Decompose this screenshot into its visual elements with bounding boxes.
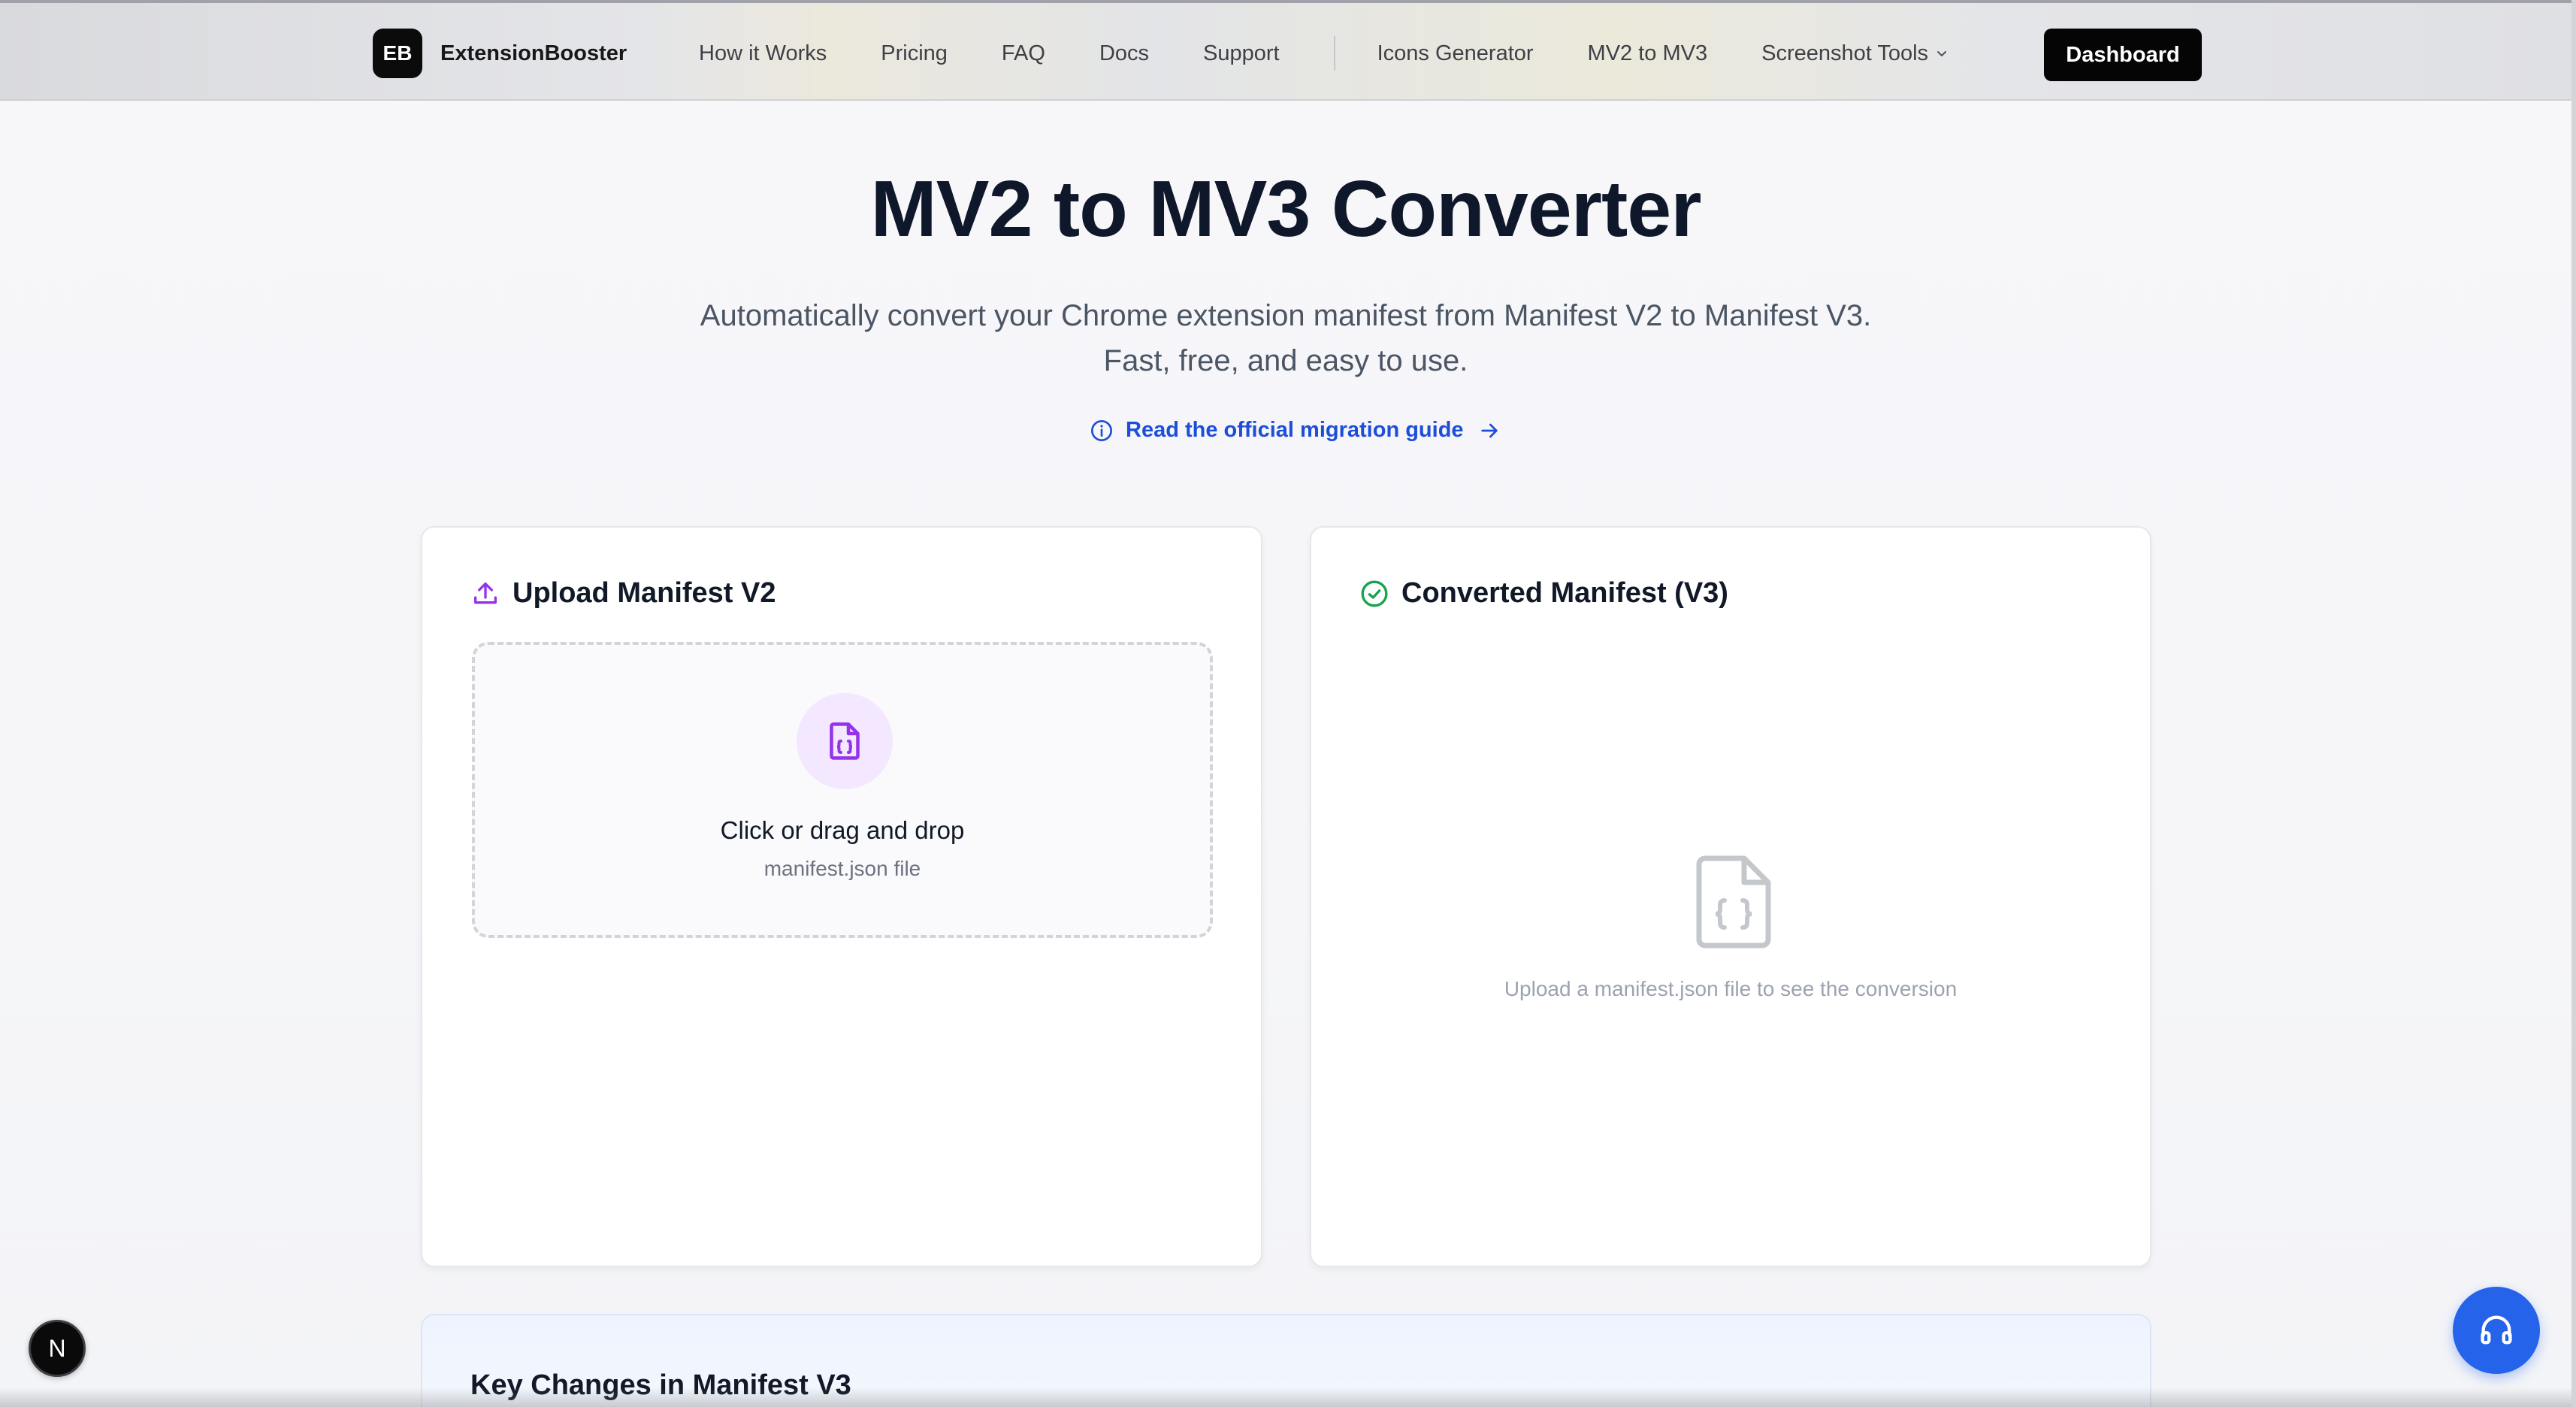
check-circle-icon (1361, 580, 1388, 607)
nextjs-dev-badge[interactable]: N (29, 1320, 86, 1377)
info-icon (1091, 419, 1112, 441)
page-subtitle: Automatically convert your Chrome extens… (0, 293, 2571, 383)
chevron-down-icon (1937, 51, 1947, 56)
migration-guide-link[interactable]: Read the official migration guide (1090, 418, 1501, 443)
headphones-icon (2481, 1315, 2512, 1345)
support-chat-button[interactable] (2453, 1287, 2540, 1374)
nav-link-faq[interactable]: FAQ (1002, 41, 1045, 66)
file-json-placeholder-icon (1696, 855, 1771, 949)
upload-card-title: Upload Manifest V2 (512, 577, 776, 609)
dropzone-title: Click or drag and drop (720, 816, 965, 844)
brand-logo[interactable]: EB (373, 29, 422, 78)
upload-card-header: Upload Manifest V2 (470, 577, 776, 610)
nav-divider (1333, 36, 1335, 71)
page: EB ExtensionBooster How it Works Pricing… (0, 0, 2576, 1407)
brand-name[interactable]: ExtensionBooster (440, 41, 627, 66)
page-title: MV2 to MV3 Converter (870, 165, 1701, 253)
nav-dropdown-label: Screenshot Tools (1761, 41, 1929, 65)
nav-link-support[interactable]: Support (1203, 41, 1280, 66)
subtitle-line-2: Fast, free, and easy to use. (1103, 344, 1468, 377)
nav-link-how-it-works[interactable]: How it Works (699, 41, 827, 66)
subtitle-line-1: Automatically convert your Chrome extens… (700, 299, 1872, 332)
converted-card-header: Converted Manifest (V3) (1359, 577, 1728, 610)
brand[interactable]: EB ExtensionBooster (373, 29, 627, 78)
arrow-right-icon (1480, 423, 1498, 437)
dashboard-button[interactable]: Dashboard (2044, 29, 2202, 81)
migration-guide-text: Read the official migration guide (1126, 418, 1464, 442)
nav-link-docs[interactable]: Docs (1099, 41, 1149, 66)
nav-link-mv2-to-mv3[interactable]: MV2 to MV3 (1588, 41, 1708, 66)
top-navbar: EB ExtensionBooster How it Works Pricing… (0, 0, 2571, 101)
nav-link-icons-generator[interactable]: Icons Generator (1377, 41, 1534, 66)
bottom-scroll-shadow (0, 1387, 2571, 1407)
nav-dropdown-screenshot-tools[interactable]: Screenshot Tools (1761, 41, 1948, 66)
converted-card-title: Converted Manifest (V3) (1401, 577, 1728, 609)
nav-links: How it Works Pricing FAQ Docs Support Ic… (699, 3, 2002, 104)
nav-link-pricing[interactable]: Pricing (881, 41, 948, 66)
upload-icon (474, 582, 497, 604)
converted-empty-text: Upload a manifest.json file to see the c… (1504, 977, 1958, 1000)
manifest-dropzone[interactable]: Click or drag and drop manifest.json fil… (472, 642, 1213, 938)
file-json-icon (830, 722, 860, 760)
converted-card: Converted Manifest (V3) Upload a manifes… (1310, 526, 2151, 1267)
dropzone-subtitle: manifest.json file (763, 857, 921, 880)
upload-card: Upload Manifest V2 Click or drag and dro… (421, 526, 1262, 1267)
dropzone-icon-circle (797, 693, 893, 789)
